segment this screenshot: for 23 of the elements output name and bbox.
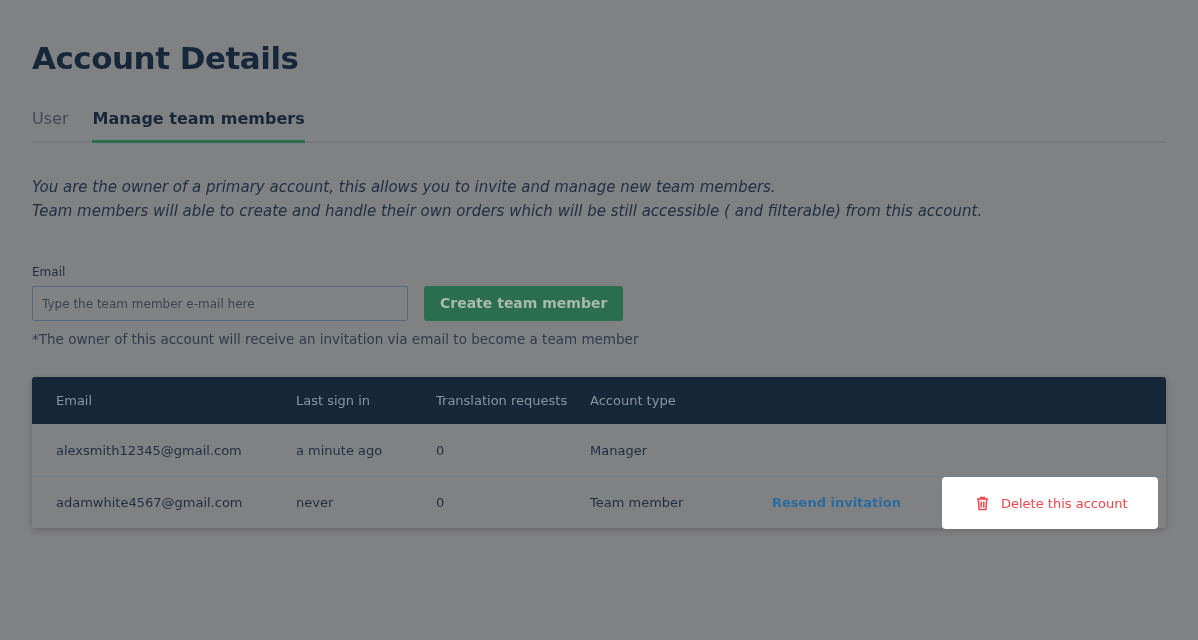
delete-menu-item[interactable]: Delete this account: [942, 477, 1158, 530]
table-cell-text: a minute ago: [296, 441, 384, 460]
column-header: Translation requests: [436, 392, 569, 411]
table-cell-text: adamwhite4567@gmail.com: [55, 494, 244, 513]
column-header: Email: [55, 392, 94, 411]
column-header: Account type: [590, 392, 677, 411]
table-cell-text: alexsmith12345@gmail.com: [55, 441, 243, 460]
table-cell-text: Manager: [590, 441, 648, 460]
create-button[interactable]: Create team member: [424, 286, 624, 322]
table-cell-text: Team member: [590, 494, 685, 513]
tab[interactable]: User: [32, 107, 69, 144]
email-field[interactable]: Type the team member e-mail here: [32, 286, 408, 322]
intro-text: You are the owner of a primary account, this allows you to invite and manage new team members.: [32, 177, 777, 199]
column-header: Last sign in: [296, 392, 372, 411]
table-cell-text: 0: [436, 441, 446, 460]
field-label: Email: [32, 264, 67, 282]
tab[interactable]: Manage team members: [92, 107, 305, 144]
trash-icon: [976, 495, 989, 511]
table-cell-text: 0: [436, 494, 446, 513]
intro-text: Team members will able to create and handle their own orders which will be still accessible ( and filterable) from this account.: [32, 201, 984, 223]
table-cell-text: never: [296, 494, 335, 513]
note-text: *The owner of this account will receive an invitation via email to become a team member: [32, 330, 640, 350]
page-title: Account Details: [32, 40, 300, 78]
